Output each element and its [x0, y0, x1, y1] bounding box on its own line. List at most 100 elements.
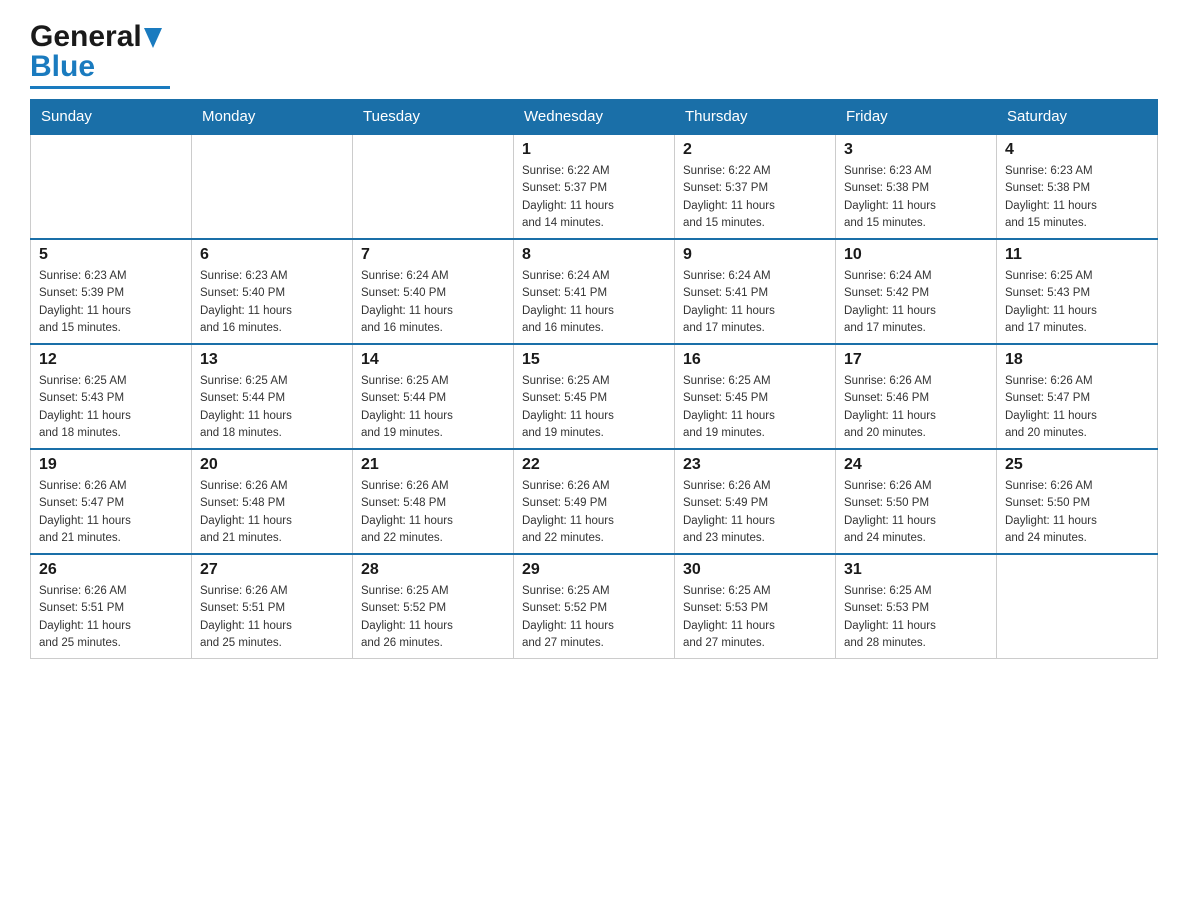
day-number: 6: [200, 246, 344, 264]
day-info: Sunrise: 6:25 AM Sunset: 5:53 PM Dayligh…: [683, 583, 827, 652]
day-number: 1: [522, 141, 666, 159]
calendar-cell-1-1: 6Sunrise: 6:23 AM Sunset: 5:40 PM Daylig…: [192, 239, 353, 344]
day-number: 5: [39, 246, 183, 264]
day-number: 15: [522, 351, 666, 369]
calendar-cell-2-1: 13Sunrise: 6:25 AM Sunset: 5:44 PM Dayli…: [192, 344, 353, 449]
day-number: 29: [522, 561, 666, 579]
day-number: 28: [361, 561, 505, 579]
calendar-week-row-4: 26 Sunrise: 6:26 AM Sunset: 5:51 PM Dayli…: [31, 554, 1158, 659]
day-number: 25: [1005, 456, 1149, 474]
day-number: 9: [683, 246, 827, 264]
day-number: 12: [39, 351, 183, 369]
calendar-cell-0-2: [353, 134, 514, 239]
logo-arrow-icon: [144, 28, 162, 48]
calendar-cell-3-0: 19 Sunrise: 6:26 AM Sunset: 5:47 PM Dayli…: [31, 449, 192, 554]
day-info: Sunrise: 6:26 AM Sunset: 5:49 PM Dayligh…: [522, 478, 666, 547]
calendar-header-saturday: Saturday: [997, 100, 1158, 135]
day-number: 4: [1005, 141, 1149, 159]
logo-underline: [30, 86, 170, 89]
calendar-header-monday: Monday: [192, 100, 353, 135]
day-number: 20: [200, 456, 344, 474]
day-number: 30: [683, 561, 827, 579]
day-info: Sunrise: 6:26 AM Sunset: 5:49 PM Dayligh…: [683, 478, 827, 547]
calendar-cell-4-5: 31 Sunrise: 6:25 AM Sunset: 5:53 PM Dayli…: [836, 554, 997, 659]
calendar-cell-2-0: 12 Sunrise: 6:25 AM Sunset: 5:43 PM Dayli…: [31, 344, 192, 449]
calendar-cell-3-3: 22 Sunrise: 6:26 AM Sunset: 5:49 PM Dayli…: [514, 449, 675, 554]
day-info: Sunrise: 6:26 AM Sunset: 5:46 PM Dayligh…: [844, 373, 988, 442]
calendar-cell-1-5: 10 Sunrise: 6:24 AM Sunset: 5:42 PM Dayli…: [836, 239, 997, 344]
day-info: Sunrise: 6:25 AM Sunset: 5:45 PM Dayligh…: [683, 373, 827, 442]
day-info: Sunrise: 6:25 AM Sunset: 5:45 PM Dayligh…: [522, 373, 666, 442]
day-info: Sunrise: 6:25 AM Sunset: 5:52 PM Dayligh…: [522, 583, 666, 652]
day-info: Sunrise: 6:26 AM Sunset: 5:51 PM Dayligh…: [39, 583, 183, 652]
day-info: Sunrise: 6:25 AM Sunset: 5:43 PM Dayligh…: [39, 373, 183, 442]
logo-general-text: General: [30, 20, 142, 54]
calendar-cell-3-1: 20 Sunrise: 6:26 AM Sunset: 5:48 PM Dayli…: [192, 449, 353, 554]
calendar-header-thursday: Thursday: [675, 100, 836, 135]
calendar-cell-0-6: 4 Sunrise: 6:23 AM Sunset: 5:38 PM Daylig…: [997, 134, 1158, 239]
calendar-week-row-0: 1 Sunrise: 6:22 AM Sunset: 5:37 PM Daylig…: [31, 134, 1158, 239]
day-info: Sunrise: 6:26 AM Sunset: 5:47 PM Dayligh…: [1005, 373, 1149, 442]
day-number: 31: [844, 561, 988, 579]
day-info: Sunrise: 6:23 AM Sunset: 5:38 PM Dayligh…: [1005, 163, 1149, 232]
day-number: 10: [844, 246, 988, 264]
calendar-header-row: SundayMondayTuesdayWednesdayThursdayFrid…: [31, 100, 1158, 135]
day-info: Sunrise: 6:25 AM Sunset: 5:43 PM Dayligh…: [1005, 268, 1149, 337]
day-number: 19: [39, 456, 183, 474]
calendar-cell-3-2: 21Sunrise: 6:26 AM Sunset: 5:48 PM Dayli…: [353, 449, 514, 554]
calendar-cell-0-3: 1 Sunrise: 6:22 AM Sunset: 5:37 PM Daylig…: [514, 134, 675, 239]
day-info: Sunrise: 6:24 AM Sunset: 5:40 PM Dayligh…: [361, 268, 505, 337]
day-info: Sunrise: 6:26 AM Sunset: 5:47 PM Dayligh…: [39, 478, 183, 547]
calendar-week-row-3: 19 Sunrise: 6:26 AM Sunset: 5:47 PM Dayli…: [31, 449, 1158, 554]
day-number: 18: [1005, 351, 1149, 369]
calendar-cell-4-0: 26 Sunrise: 6:26 AM Sunset: 5:51 PM Dayli…: [31, 554, 192, 659]
day-info: Sunrise: 6:25 AM Sunset: 5:44 PM Dayligh…: [361, 373, 505, 442]
calendar-cell-2-6: 18 Sunrise: 6:26 AM Sunset: 5:47 PM Dayli…: [997, 344, 1158, 449]
day-info: Sunrise: 6:24 AM Sunset: 5:42 PM Dayligh…: [844, 268, 988, 337]
day-info: Sunrise: 6:23 AM Sunset: 5:39 PM Dayligh…: [39, 268, 183, 337]
day-info: Sunrise: 6:26 AM Sunset: 5:50 PM Dayligh…: [1005, 478, 1149, 547]
calendar-cell-4-6: [997, 554, 1158, 659]
day-number: 17: [844, 351, 988, 369]
calendar-cell-4-3: 29 Sunrise: 6:25 AM Sunset: 5:52 PM Dayli…: [514, 554, 675, 659]
calendar-cell-0-4: 2 Sunrise: 6:22 AM Sunset: 5:37 PM Daylig…: [675, 134, 836, 239]
calendar-cell-2-2: 14Sunrise: 6:25 AM Sunset: 5:44 PM Dayli…: [353, 344, 514, 449]
day-info: Sunrise: 6:25 AM Sunset: 5:44 PM Dayligh…: [200, 373, 344, 442]
day-info: Sunrise: 6:24 AM Sunset: 5:41 PM Dayligh…: [683, 268, 827, 337]
calendar-cell-0-0: [31, 134, 192, 239]
calendar-cell-1-4: 9 Sunrise: 6:24 AM Sunset: 5:41 PM Daylig…: [675, 239, 836, 344]
calendar-cell-4-4: 30 Sunrise: 6:25 AM Sunset: 5:53 PM Dayli…: [675, 554, 836, 659]
page-header: General Blue: [30, 20, 1158, 89]
day-info: Sunrise: 6:25 AM Sunset: 5:53 PM Dayligh…: [844, 583, 988, 652]
day-number: 8: [522, 246, 666, 264]
calendar-cell-1-3: 8 Sunrise: 6:24 AM Sunset: 5:41 PM Daylig…: [514, 239, 675, 344]
calendar-cell-3-6: 25 Sunrise: 6:26 AM Sunset: 5:50 PM Dayli…: [997, 449, 1158, 554]
day-info: Sunrise: 6:24 AM Sunset: 5:41 PM Dayligh…: [522, 268, 666, 337]
calendar-cell-4-2: 28Sunrise: 6:25 AM Sunset: 5:52 PM Dayli…: [353, 554, 514, 659]
day-number: 16: [683, 351, 827, 369]
day-number: 23: [683, 456, 827, 474]
day-number: 11: [1005, 246, 1149, 264]
calendar-cell-3-5: 24 Sunrise: 6:26 AM Sunset: 5:50 PM Dayli…: [836, 449, 997, 554]
calendar-header-wednesday: Wednesday: [514, 100, 675, 135]
calendar-cell-4-1: 27Sunrise: 6:26 AM Sunset: 5:51 PM Dayli…: [192, 554, 353, 659]
day-info: Sunrise: 6:26 AM Sunset: 5:48 PM Dayligh…: [361, 478, 505, 547]
calendar-header-sunday: Sunday: [31, 100, 192, 135]
day-number: 26: [39, 561, 183, 579]
calendar-cell-0-1: [192, 134, 353, 239]
day-number: 2: [683, 141, 827, 159]
day-info: Sunrise: 6:22 AM Sunset: 5:37 PM Dayligh…: [522, 163, 666, 232]
day-info: Sunrise: 6:26 AM Sunset: 5:50 PM Dayligh…: [844, 478, 988, 547]
calendar-week-row-1: 5 Sunrise: 6:23 AM Sunset: 5:39 PM Daylig…: [31, 239, 1158, 344]
day-number: 24: [844, 456, 988, 474]
day-info: Sunrise: 6:26 AM Sunset: 5:48 PM Dayligh…: [200, 478, 344, 547]
calendar-week-row-2: 12 Sunrise: 6:25 AM Sunset: 5:43 PM Dayli…: [31, 344, 1158, 449]
calendar-cell-2-5: 17 Sunrise: 6:26 AM Sunset: 5:46 PM Dayli…: [836, 344, 997, 449]
logo: General Blue: [30, 20, 170, 89]
calendar-cell-0-5: 3Sunrise: 6:23 AM Sunset: 5:38 PM Daylig…: [836, 134, 997, 239]
day-number: 22: [522, 456, 666, 474]
calendar-table: SundayMondayTuesdayWednesdayThursdayFrid…: [30, 99, 1158, 659]
calendar-cell-1-2: 7 Sunrise: 6:24 AM Sunset: 5:40 PM Daylig…: [353, 239, 514, 344]
day-number: 7: [361, 246, 505, 264]
day-info: Sunrise: 6:22 AM Sunset: 5:37 PM Dayligh…: [683, 163, 827, 232]
